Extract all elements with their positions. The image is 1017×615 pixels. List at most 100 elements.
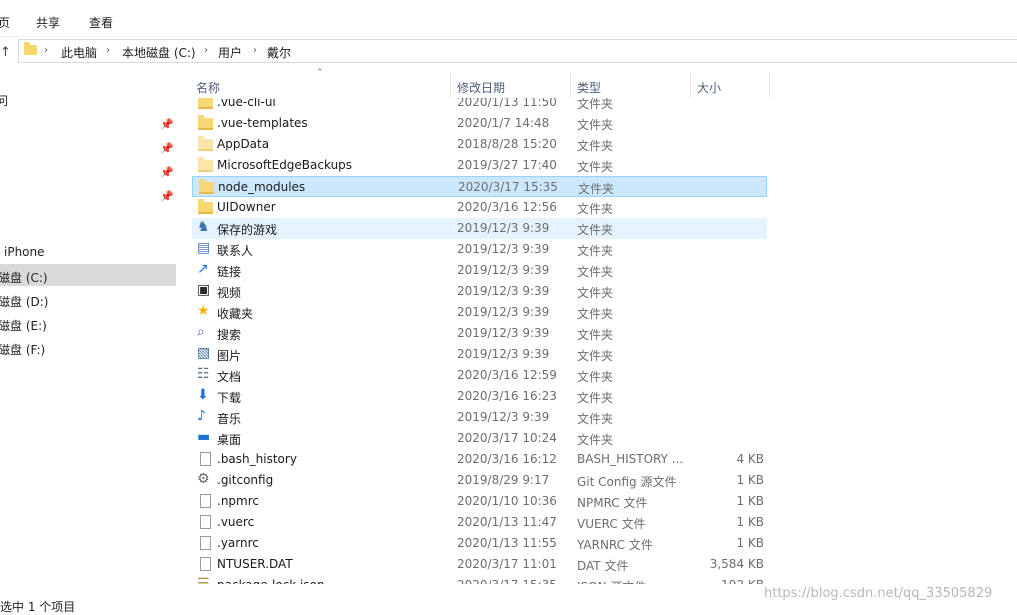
table-row[interactable]: ⬇ 下载 2020/3/16 16:23 文件夹	[192, 386, 767, 407]
breadcrumb-current[interactable]: 戴尔	[267, 44, 291, 61]
file-icon	[200, 515, 211, 529]
file-name: .vue-templates	[217, 116, 308, 130]
modified-date: 2020/3/17 15:35	[458, 180, 558, 194]
modified-date: 2020/1/10 10:36	[457, 494, 557, 508]
breadcrumb-drive-c[interactable]: 本地磁盘 (C:)	[122, 44, 196, 61]
file-type: Git Config 源文件	[577, 475, 677, 489]
modified-date: 2019/8/29 9:17	[457, 473, 550, 487]
breadcrumb-users[interactable]: 用户	[218, 44, 242, 61]
file-type: 文件夹	[577, 328, 614, 342]
modified-date: 2019/12/3 9:39	[457, 326, 550, 340]
file-icon	[200, 557, 211, 571]
documents-icon: ☷	[197, 366, 210, 382]
table-row[interactable]: ⚙ .gitconfig 2019/8/29 9:17 Git Config 源文件 1…	[192, 470, 767, 491]
table-row-selected[interactable]: node_modules 2020/3/17 15:35 文件夹	[192, 176, 767, 197]
config-file-icon: ⚙	[197, 471, 210, 487]
column-divider[interactable]	[570, 72, 571, 98]
column-divider[interactable]	[450, 72, 451, 98]
json-file-icon: ☰	[197, 576, 210, 592]
table-row[interactable]: .yarnrc 2020/1/13 11:55 YARNRC 文件 1 KB	[192, 533, 767, 554]
file-name: 下载	[217, 391, 242, 405]
table-row[interactable]: ★ 收藏夹 2019/12/3 9:39 文件夹	[192, 302, 767, 323]
table-row[interactable]: .bash_history 2020/3/16 16:12 BASH_HISTORY…	[192, 449, 767, 470]
file-type: YARNRC 文件	[577, 538, 653, 552]
file-name: 联系人	[217, 244, 254, 258]
table-row[interactable]: ♪ 音乐 2019/12/3 9:39 文件夹	[192, 407, 767, 428]
modified-date: 2019/12/3 9:39	[457, 284, 550, 298]
modified-date: 2020/3/16 12:56	[457, 200, 557, 214]
file-icon	[200, 452, 211, 466]
table-row[interactable]: .vue-templates 2020/1/7 14:48 文件夹	[192, 113, 767, 134]
file-name: 音乐	[217, 412, 242, 426]
folder-icon	[198, 98, 213, 109]
file-type: JSON 源文件	[577, 580, 647, 594]
file-type: 文件夹	[577, 202, 614, 216]
chevron-right-icon[interactable]: ›	[44, 45, 48, 56]
file-size: 1 KB	[736, 515, 764, 529]
favorites-icon: ★	[197, 303, 210, 319]
file-type: 文件夹	[577, 433, 614, 447]
file-name: 文档	[217, 370, 242, 384]
chevron-right-icon[interactable]: ›	[204, 45, 208, 56]
table-row[interactable]: .vuerc 2020/1/13 11:47 VUERC 文件 1 KB	[192, 512, 767, 533]
up-arrow-icon[interactable]: ↑	[0, 45, 11, 60]
table-row[interactable]: ▧ 图片 2019/12/3 9:39 文件夹	[192, 344, 767, 365]
file-type: 文件夹	[577, 412, 614, 426]
file-type: 文件夹	[577, 244, 614, 258]
file-name: NTUSER.DAT	[217, 557, 293, 571]
table-row[interactable]: ☷ 文档 2020/3/16 12:59 文件夹	[192, 365, 767, 386]
file-name: node_modules	[218, 180, 306, 194]
tab-share[interactable]: 共享	[36, 14, 60, 31]
file-name: UIDowner	[217, 200, 276, 214]
file-name: 视频	[217, 286, 242, 300]
table-row[interactable]: MicrosoftEdgeBackups 2019/3/27 17:40 文件夹	[192, 155, 767, 176]
table-row[interactable]: ⌕ 搜索 2019/12/3 9:39 文件夹	[192, 323, 767, 344]
folder-icon	[199, 179, 214, 194]
sort-ascending-icon: ⌃	[316, 68, 324, 78]
folder-icon	[198, 157, 213, 172]
file-name: 保存的游戏	[217, 223, 278, 237]
file-type: 文件夹	[577, 223, 614, 237]
modified-date: 2020/3/16 12:59	[457, 368, 557, 382]
breadcrumb-this-pc[interactable]: 此电脑	[61, 44, 97, 61]
modified-date: 2020/3/17 11:01	[457, 557, 557, 571]
table-row[interactable]: ▤ 联系人 2019/12/3 9:39 文件夹	[192, 239, 767, 260]
links-icon: ↗	[197, 261, 209, 277]
table-row[interactable]: ↗ 链接 2019/12/3 9:39 文件夹	[192, 260, 767, 281]
table-row[interactable]: UIDowner 2020/3/16 12:56 文件夹	[192, 197, 767, 218]
file-size: 3,584 KB	[709, 557, 764, 571]
table-row[interactable]: AppData 2018/8/28 15:20 文件夹	[192, 134, 767, 155]
table-row[interactable]: ▬ 桌面 2020/3/17 10:24 文件夹	[192, 428, 767, 449]
tab-view[interactable]: 查看	[89, 14, 113, 31]
file-type: BASH_HISTORY ...	[577, 452, 684, 466]
contacts-icon: ▤	[197, 240, 211, 256]
table-row[interactable]: ☰ package-lock.json 2020/3/17 15:35 JSON 源文…	[192, 575, 767, 594]
table-row[interactable]: ▣ 视频 2019/12/3 9:39 文件夹	[192, 281, 767, 302]
modified-date: 2018/8/28 15:20	[457, 137, 557, 151]
search-icon: ⌕	[197, 324, 205, 340]
modified-date: 2019/3/27 17:40	[457, 158, 557, 172]
file-type: 文件夹	[577, 160, 614, 174]
file-type: 文件夹	[577, 286, 614, 300]
file-name: .gitconfig	[217, 473, 274, 487]
table-row[interactable]: NTUSER.DAT 2020/3/17 11:01 DAT 文件 3,584 KB	[192, 554, 767, 575]
modified-date: 2019/12/3 9:39	[457, 242, 550, 256]
column-divider[interactable]	[769, 72, 770, 98]
column-divider[interactable]	[690, 72, 691, 98]
modified-date: 2019/12/3 9:39	[457, 347, 550, 361]
file-type: 文件夹	[578, 182, 615, 196]
modified-date: 2020/3/17 15:35	[457, 578, 557, 592]
file-icon	[200, 536, 211, 550]
folder-icon	[198, 136, 213, 151]
file-size: 1 KB	[736, 473, 764, 487]
table-row[interactable]: .npmrc 2020/1/10 10:36 NPMRC 文件 1 KB	[192, 491, 767, 512]
file-type: NPMRC 文件	[577, 496, 648, 510]
file-type: 文件夹	[577, 118, 614, 132]
file-name: .yarnrc	[217, 536, 259, 550]
chevron-right-icon[interactable]: ›	[106, 45, 110, 56]
file-name: 搜索	[217, 328, 242, 342]
chevron-right-icon[interactable]: ›	[253, 45, 257, 56]
table-row[interactable]: ♞ 保存的游戏 2019/12/3 9:39 文件夹	[192, 218, 767, 239]
tab-home[interactable]: 页	[0, 14, 10, 31]
modified-date: 2020/3/16 16:23	[457, 389, 557, 403]
